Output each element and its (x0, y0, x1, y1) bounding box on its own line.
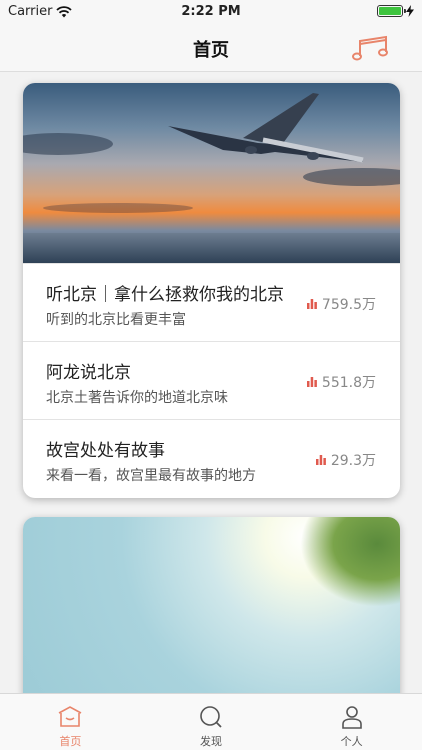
list-item[interactable]: 听北京｜拿什么拯救你我的北京 听到的北京比看更丰富 759.5万 (23, 263, 400, 341)
play-count: 551.8万 (306, 372, 376, 392)
airplane-sunset-image[interactable] (23, 83, 400, 263)
tab-bar: 首页 发现 个人 (0, 693, 422, 750)
battery-status (377, 5, 414, 17)
item-title: 阿龙说北京 (46, 363, 131, 383)
play-count: 29.3万 (315, 450, 376, 470)
item-title: 故宫处处有故事 (46, 441, 165, 461)
charging-bolt-icon (406, 5, 414, 17)
tab-label: 个人 (340, 735, 363, 748)
navigation-bar: 首页 (0, 24, 422, 72)
beach-sunlight-image[interactable] (23, 517, 400, 693)
item-subtitle: 北京土著告诉你的地道北京味 (46, 390, 228, 406)
item-title: 听北京｜拿什么拯救你我的北京 (46, 285, 284, 305)
play-count: 759.5万 (306, 294, 376, 314)
item-subtitle: 来看一看，故宫里最有故事的地方 (46, 468, 256, 484)
tab-discover[interactable]: 发现 (141, 694, 282, 750)
bar-chart-icon (315, 455, 326, 465)
tab-home[interactable]: 首页 (0, 694, 141, 750)
item-subtitle: 听到的北京比看更丰富 (46, 312, 186, 328)
status-time: 2:22 PM (181, 4, 241, 19)
music-note-icon[interactable] (352, 34, 392, 62)
bar-chart-icon (306, 377, 317, 387)
tab-profile[interactable]: 个人 (281, 694, 422, 750)
person-icon (341, 706, 362, 729)
battery-icon (377, 5, 406, 17)
home-icon (58, 706, 82, 727)
palm-leaf-decoration (300, 517, 400, 607)
status-bar: Carrier 2:22 PM (0, 0, 422, 24)
search-icon (200, 706, 222, 728)
album-card (23, 517, 400, 693)
bar-chart-icon (306, 299, 317, 309)
play-count-value: 759.5万 (321, 297, 376, 313)
airplane-icon (168, 93, 364, 163)
list-item[interactable]: 故宫处处有故事 来看一看，故宫里最有故事的地方 29.3万 (23, 419, 400, 497)
tab-label: 发现 (200, 735, 222, 748)
play-count-value: 551.8万 (321, 375, 376, 391)
list-item[interactable]: 阿龙说北京 北京土著告诉你的地道北京味 551.8万 (23, 341, 400, 419)
play-count-value: 29.3万 (330, 453, 376, 469)
tab-label: 首页 (59, 735, 82, 748)
album-card: 听北京｜拿什么拯救你我的北京 听到的北京比看更丰富 759.5万 阿龙说北京 北… (23, 83, 400, 498)
content-area[interactable]: 听北京｜拿什么拯救你我的北京 听到的北京比看更丰富 759.5万 阿龙说北京 北… (0, 73, 422, 693)
